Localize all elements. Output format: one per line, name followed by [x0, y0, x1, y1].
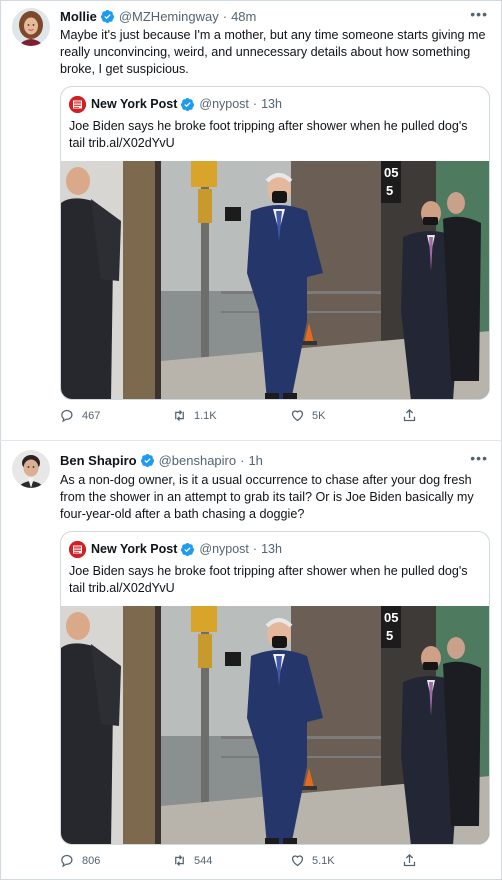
- like-count: 5.1K: [312, 854, 335, 867]
- sign-number: 05: [384, 610, 398, 625]
- quoted-tweet-header: New York Post @nypost · 13h: [69, 95, 282, 113]
- sign-number: 05: [384, 165, 398, 180]
- author-handle[interactable]: @benshapiro: [159, 453, 237, 468]
- share-icon: [403, 408, 416, 422]
- tweet[interactable]: Ben Shapiro @benshapiro · 1h ••• As a no…: [0, 440, 502, 880]
- reply-button[interactable]: 806: [60, 853, 100, 868]
- retweet-icon: [175, 410, 184, 421]
- quoted-tweet[interactable]: New York Post @nypost · 13h Joe Biden sa…: [60, 86, 490, 400]
- separator-dot: ·: [252, 97, 258, 111]
- retweet-icon: [175, 855, 184, 866]
- nypost-logo-icon: [69, 95, 86, 113]
- share-button[interactable]: [402, 853, 424, 868]
- verified-badge-icon: [140, 453, 155, 468]
- sign-number: 5: [386, 183, 393, 198]
- verified-badge-icon: [180, 97, 195, 112]
- author-name[interactable]: Mollie: [60, 9, 97, 24]
- retweet-count: 544: [194, 854, 213, 867]
- heart-icon: [291, 410, 304, 422]
- more-options-icon[interactable]: •••: [470, 450, 488, 466]
- tweet-text: Maybe it's just because I'm a mother, bu…: [60, 28, 486, 76]
- quoted-tweet-photo[interactable]: 05 5: [61, 161, 489, 399]
- nypost-logo-icon: [69, 540, 86, 558]
- separator-dot: ·: [240, 452, 245, 468]
- like-button[interactable]: 5K: [290, 408, 325, 423]
- sign-number: 5: [386, 628, 393, 643]
- quoted-author-handle[interactable]: @nypost: [199, 542, 249, 556]
- timestamp[interactable]: 1h: [248, 453, 262, 468]
- share-button[interactable]: [402, 408, 424, 423]
- reply-button[interactable]: 467: [60, 408, 100, 423]
- like-count: 5K: [312, 409, 326, 422]
- quoted-author-handle[interactable]: @nypost: [199, 97, 249, 111]
- reply-count: 467: [82, 409, 101, 422]
- quoted-tweet[interactable]: New York Post @nypost · 13h Joe Biden sa…: [60, 531, 490, 845]
- like-button[interactable]: 5.1K: [290, 853, 335, 868]
- tweet-header: Mollie @MZHemingway · 48m: [60, 6, 256, 26]
- avatar[interactable]: [12, 450, 50, 488]
- tweet-actions: 806 544 5.1K: [60, 853, 480, 873]
- quoted-tweet-header: New York Post @nypost · 13h: [69, 540, 282, 558]
- more-options-icon[interactable]: •••: [470, 6, 488, 22]
- retweet-button[interactable]: 544: [172, 853, 212, 868]
- quoted-author-name[interactable]: New York Post: [91, 97, 177, 111]
- author-handle[interactable]: @MZHemingway: [119, 9, 219, 24]
- reply-count: 806: [82, 854, 101, 867]
- avatar[interactable]: [12, 8, 50, 46]
- reply-icon: [61, 409, 73, 423]
- verified-badge-icon: [100, 9, 115, 24]
- quoted-tweet-text: Joe Biden says he broke foot tripping af…: [69, 119, 468, 150]
- retweet-count: 1.1K: [194, 409, 217, 422]
- tweet-text: As a non-dog owner, is it a usual occurr…: [60, 473, 474, 521]
- separator-dot: ·: [222, 8, 228, 24]
- verified-badge-icon: [180, 542, 195, 557]
- tweet[interactable]: Mollie @MZHemingway · 48m ••• Maybe it's…: [0, 0, 502, 440]
- tweet-header: Ben Shapiro @benshapiro · 1h: [60, 450, 263, 470]
- quoted-timestamp[interactable]: 13h: [261, 542, 282, 556]
- retweet-button[interactable]: 1.1K: [172, 408, 217, 423]
- quoted-author-name[interactable]: New York Post: [91, 542, 177, 556]
- quoted-timestamp[interactable]: 13h: [261, 97, 282, 111]
- separator-dot: ·: [252, 542, 258, 556]
- tweet-actions: 467 1.1K 5K: [60, 408, 480, 428]
- share-icon: [403, 853, 416, 867]
- reply-icon: [61, 854, 73, 868]
- author-name[interactable]: Ben Shapiro: [60, 453, 137, 468]
- timestamp[interactable]: 48m: [231, 9, 256, 24]
- quoted-tweet-text: Joe Biden says he broke foot tripping af…: [69, 564, 468, 595]
- quoted-tweet-photo[interactable]: 05 5: [61, 606, 489, 844]
- heart-icon: [291, 855, 304, 867]
